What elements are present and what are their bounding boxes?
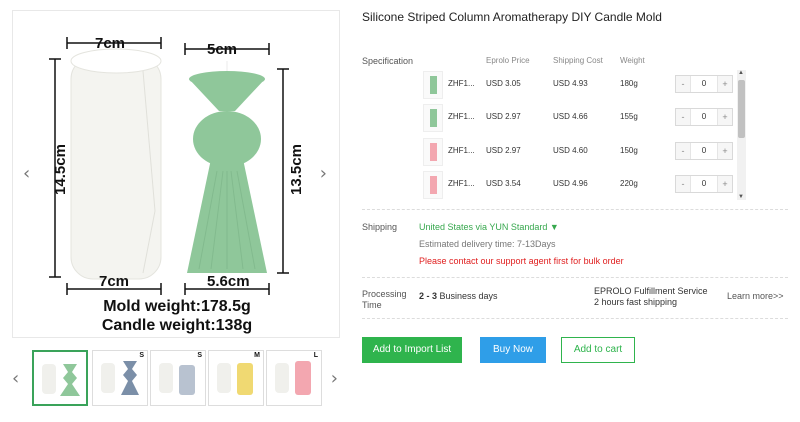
divider (362, 277, 788, 278)
thumbnail-1[interactable] (32, 350, 88, 406)
variant-sku: ZHF1... (448, 112, 475, 121)
variant-row[interactable]: ZHF1... USD 2.97 USD 4.60 150g - 0 + (420, 138, 736, 166)
variant-thumb (423, 71, 443, 99)
thumbnail-2[interactable]: S (92, 350, 148, 406)
learn-more-link[interactable]: Learn more>> (727, 291, 784, 301)
variant-weight: 150g (620, 146, 638, 155)
variant-shipping: USD 4.96 (553, 179, 588, 188)
add-to-import-list-button[interactable]: Add to Import List (362, 337, 462, 363)
variant-price: USD 2.97 (486, 112, 521, 121)
col-shipping-cost: Shipping Cost (553, 56, 603, 65)
variant-shipping: USD 4.66 (553, 112, 588, 121)
fulfillment-service: EPROLO Fulfillment Service (594, 286, 708, 296)
scroll-up-icon[interactable]: ▲ (738, 70, 744, 76)
buy-now-button[interactable]: Buy Now (480, 337, 546, 363)
variant-sku: ZHF1... (448, 79, 475, 88)
product-title: Silicone Striped Column Aromatherapy DIY… (362, 10, 662, 24)
dim-candle-base: 5.6cm (207, 273, 250, 290)
variant-price: USD 3.05 (486, 79, 521, 88)
processing-days: 2 - 3 Business days (419, 291, 498, 301)
dim-candle-width: 5cm (207, 41, 238, 58)
qty-plus-button[interactable]: + (718, 143, 732, 159)
variant-row[interactable]: ZHF1... USD 3.05 USD 4.93 180g - 0 + (420, 71, 736, 99)
col-eprolo-price: Eprolo Price (486, 56, 530, 65)
add-to-cart-button[interactable]: Add to cart (561, 337, 635, 363)
quantity-stepper: - 0 + (675, 175, 733, 193)
shipping-label: Shipping (362, 222, 398, 232)
scroll-down-icon[interactable]: ▼ (738, 194, 744, 200)
qty-minus-button[interactable]: - (676, 76, 690, 92)
processing-days-suffix: Business days (437, 291, 498, 301)
thumbs-prev-icon[interactable]: ‹ (12, 368, 19, 389)
qty-minus-button[interactable]: - (676, 143, 690, 159)
quantity-stepper: - 0 + (675, 142, 733, 160)
shipping-method-select[interactable]: United States via YUN Standard ▼ (419, 222, 559, 232)
variant-thumb (423, 104, 443, 132)
qty-input[interactable]: 0 (690, 76, 718, 92)
thumbnail-5-size-tag: L (313, 352, 318, 359)
main-product-image: 7cm 5cm 14.5cm 13.5cm 7cm 5.6cm Mold wei… (12, 10, 340, 338)
image-prev-icon[interactable]: ‹ (23, 163, 30, 184)
dim-mold-width: 7cm (95, 35, 126, 52)
mold-weight-text: Mold weight:178.5g (103, 298, 251, 315)
thumbnail-3-image (159, 363, 195, 395)
thumbnail-3[interactable]: S (150, 350, 206, 406)
dim-candle-height: 13.5cm (287, 144, 305, 195)
thumbnail-5[interactable]: L (266, 350, 322, 406)
image-next-icon[interactable]: › (320, 163, 327, 184)
variant-thumb (423, 171, 443, 199)
scrollbar-thumb[interactable] (738, 80, 745, 138)
thumbnail-2-size-tag: S (139, 352, 144, 359)
variant-weight: 180g (620, 79, 638, 88)
variant-shipping: USD 4.60 (553, 146, 588, 155)
thumbs-next-icon[interactable]: › (331, 368, 338, 389)
thumbnail-1-image (42, 364, 80, 396)
thumbnail-4[interactable]: M (208, 350, 264, 406)
dim-mold-height: 14.5cm (51, 144, 69, 195)
thumbnail-strip: ‹ S S M L › (12, 350, 340, 410)
dim-mold-base: 7cm (99, 273, 130, 290)
fulfillment-speed: 2 hours fast shipping (594, 297, 678, 307)
thumbnail-2-image (101, 361, 139, 395)
variant-price: USD 2.97 (486, 146, 521, 155)
candle-weight-text: Candle weight:138g (101, 317, 253, 334)
variant-weight: 155g (620, 112, 638, 121)
quantity-stepper: - 0 + (675, 75, 733, 93)
spec-scrollbar[interactable]: ▲ ▼ (737, 70, 746, 200)
qty-plus-button[interactable]: + (718, 76, 732, 92)
variant-shipping: USD 4.93 (553, 79, 588, 88)
col-weight: Weight (620, 56, 645, 65)
variant-row[interactable]: ZHF1... USD 3.54 USD 4.96 220g - 0 + (420, 171, 736, 199)
variant-weight: 220g (620, 179, 638, 188)
variant-thumb (423, 138, 443, 166)
fulfillment-info: EPROLO Fulfillment Service 2 hours fast … (594, 286, 708, 308)
divider (362, 209, 788, 210)
qty-input[interactable]: 0 (690, 143, 718, 159)
processing-time-label: Processing Time (362, 289, 407, 310)
bulk-order-warning: Please contact our support agent first f… (419, 256, 624, 266)
candle-shape (187, 61, 267, 273)
processing-days-range: 2 - 3 (419, 291, 438, 301)
qty-plus-button[interactable]: + (718, 176, 732, 192)
delivery-estimate: Estimated delivery time: 7-13Days (419, 239, 556, 249)
thumbnail-4-image (217, 363, 253, 395)
thumbnail-3-size-tag: S (197, 352, 202, 359)
divider (362, 318, 788, 319)
qty-input[interactable]: 0 (690, 176, 718, 192)
variant-sku: ZHF1... (448, 146, 475, 155)
quantity-stepper: - 0 + (675, 108, 733, 126)
specification-label: Specification (362, 56, 414, 66)
qty-minus-button[interactable]: - (676, 109, 690, 125)
variant-row[interactable]: ZHF1... USD 2.97 USD 4.66 155g - 0 + (420, 104, 736, 132)
variant-sku: ZHF1... (448, 179, 475, 188)
mold-shape (70, 48, 162, 280)
variant-price: USD 3.54 (486, 179, 521, 188)
thumbnail-5-image (275, 361, 311, 395)
qty-plus-button[interactable]: + (718, 109, 732, 125)
thumbnail-4-size-tag: M (254, 352, 260, 359)
qty-input[interactable]: 0 (690, 109, 718, 125)
qty-minus-button[interactable]: - (676, 176, 690, 192)
